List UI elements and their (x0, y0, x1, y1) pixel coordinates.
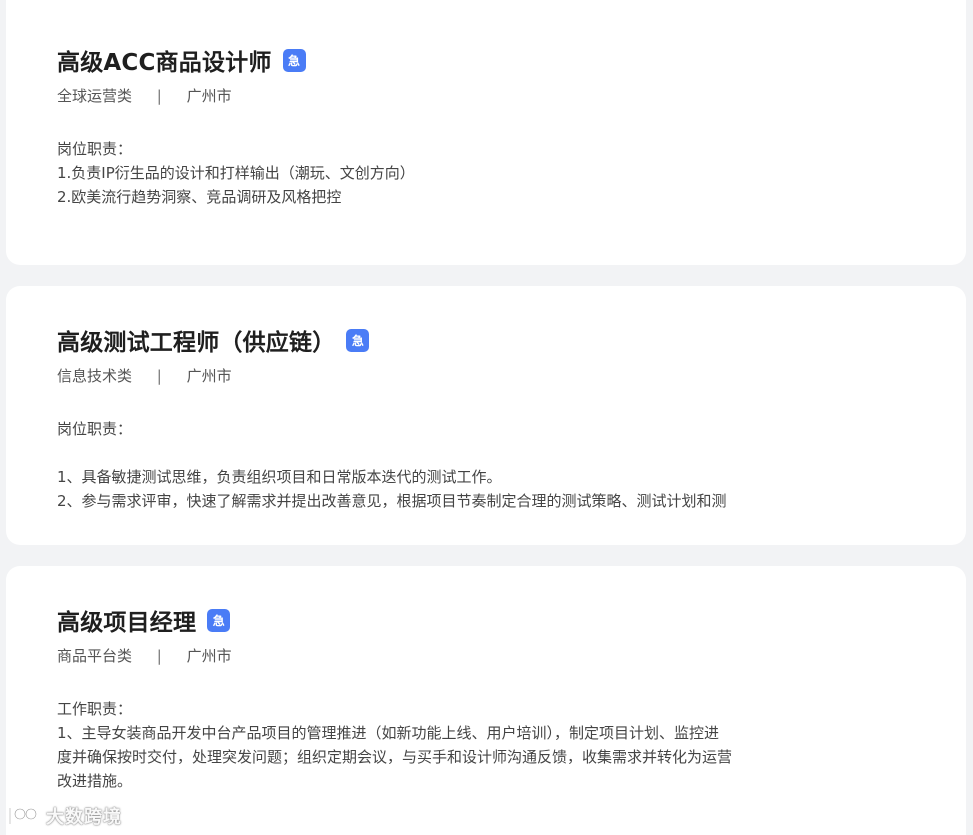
description-line (57, 441, 787, 465)
meta-separator: | (156, 87, 162, 105)
job-title-row: 高级ACC商品设计师 急 (57, 44, 966, 76)
job-card[interactable]: 高级ACC商品设计师 急 全球运营类 | 广州市 岗位职责： 1.负责IP衍生品… (6, 0, 966, 265)
description-line: 1、主导女装商品开发中台产品项目的管理推进（如新功能上线、用户培训），制定项目计… (57, 724, 720, 742)
job-category: 信息技术类 (57, 367, 133, 385)
job-category: 全球运营类 (57, 87, 133, 105)
job-card[interactable]: 高级项目经理 急 商品平台类 | 广州市 工作职责： 1、主导女装商品开发中台产… (6, 566, 966, 835)
description-line: 1.负责IP衍生品的设计和打样输出（潮玩、文创方向） (57, 164, 415, 182)
job-description: 岗位职责： 1.负责IP衍生品的设计和打样输出（潮玩、文创方向） 2.欧美流行趋… (57, 137, 787, 209)
watermark: 大数跨境 (6, 803, 122, 829)
watermark-text: 大数跨境 (46, 807, 122, 828)
job-city: 广州市 (186, 367, 232, 385)
meta-separator: | (156, 367, 162, 385)
description-line: 2、参与需求评审，快速了解需求并提出改善意见，根据项目节奏制定合理的测试策略、测… (57, 492, 727, 510)
job-category: 商品平台类 (57, 647, 133, 665)
job-title[interactable]: 高级项目经理 (57, 603, 196, 637)
description-line: 工作职责： (57, 700, 133, 718)
logo-icon (8, 806, 38, 826)
job-meta: 全球运营类 | 广州市 (57, 86, 966, 106)
description-line: 岗位职责： (57, 420, 133, 438)
job-description: 岗位职责： 1、具备敏捷测试思维，负责组织项目和日常版本迭代的测试工作。 2、参… (57, 417, 787, 513)
job-title-row: 高级测试工程师（供应链） 急 (57, 324, 966, 356)
job-description: 工作职责： 1、主导女装商品开发中台产品项目的管理推进（如新功能上线、用户培训）… (57, 697, 787, 793)
description-line: 改进措施。 (57, 772, 133, 790)
description-line: 2.欧美流行趋势洞察、竞品调研及风格把控 (57, 188, 342, 206)
description-line: 度并确保按时交付，处理突发问题；组织定期会议，与买手和设计师沟通反馈，收集需求并… (57, 748, 733, 766)
job-title[interactable]: 高级测试工程师（供应链） (57, 323, 335, 357)
meta-separator: | (156, 647, 162, 665)
job-title-row: 高级项目经理 急 (57, 604, 966, 636)
job-meta: 商品平台类 | 广州市 (57, 646, 966, 666)
description-line: 1、具备敏捷测试思维，负责组织项目和日常版本迭代的测试工作。 (57, 468, 502, 486)
job-meta: 信息技术类 | 广州市 (57, 366, 966, 386)
description-line: 岗位职责： (57, 140, 133, 158)
urgent-badge: 急 (346, 328, 370, 352)
urgent-badge: 急 (207, 608, 231, 632)
job-card[interactable]: 高级测试工程师（供应链） 急 信息技术类 | 广州市 岗位职责： 1、具备敏捷测… (6, 286, 966, 545)
job-city: 广州市 (186, 647, 232, 665)
job-city: 广州市 (186, 87, 232, 105)
urgent-badge: 急 (282, 48, 306, 72)
job-title[interactable]: 高级ACC商品设计师 (57, 43, 272, 77)
